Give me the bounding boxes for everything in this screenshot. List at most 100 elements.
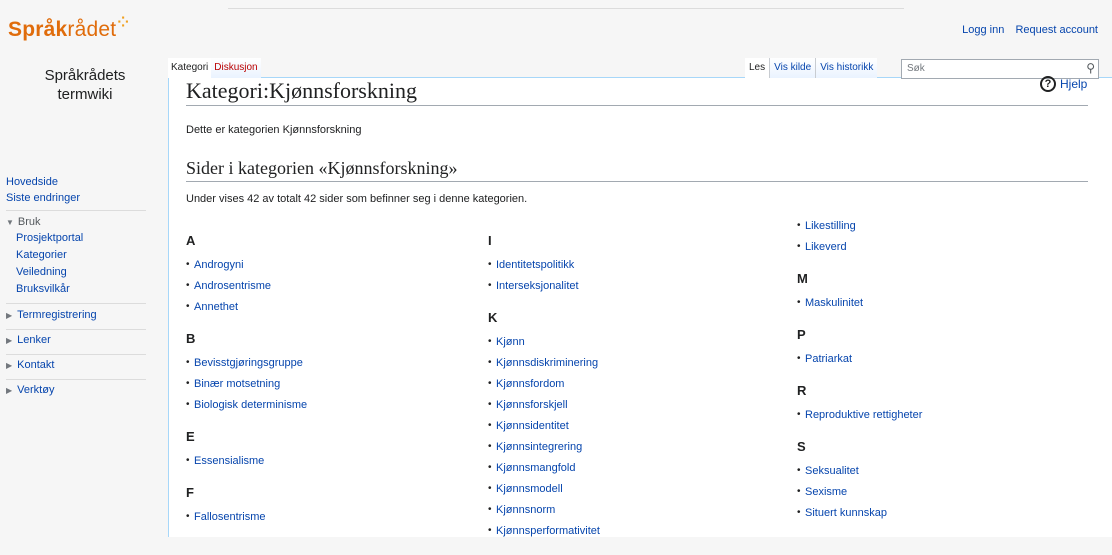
category-list: SeksualitetSexismeSituert kunnskap — [797, 463, 1087, 526]
category-page-link[interactable]: Biologisk determinisme — [186, 397, 476, 418]
category-description: Dette er kategorien Kjønnsforskning — [186, 124, 362, 136]
portlet-kontakt[interactable]: ▶ Kontakt — [6, 359, 54, 371]
letter-heading: A — [186, 233, 196, 248]
portlet-verktoy[interactable]: ▶ Verktøy — [6, 384, 54, 396]
tab-vis-historikk[interactable]: Vis historikk — [815, 58, 878, 78]
login-link[interactable]: Logg inn — [962, 24, 1004, 36]
letter-heading: E — [186, 429, 195, 444]
category-page-link[interactable]: Identitetspolitikk — [488, 257, 778, 278]
portlet-bruk: ▼ Bruk Prosjektportal Kategorier Veiledni… — [6, 214, 83, 298]
category-page-link[interactable]: Likestilling — [797, 218, 1087, 239]
letter-heading: P — [797, 327, 806, 342]
category-page-link[interactable]: Likeverd — [797, 239, 1087, 260]
category-list: AndrogyniAndrosentrismeAnnethet — [186, 257, 476, 320]
tab-diskusjon[interactable]: Diskusjon — [211, 58, 261, 78]
sidebar-divider — [6, 210, 146, 211]
site-name[interactable]: Språkrådets termwiki — [30, 66, 140, 104]
portlet-label: Termregistrering — [17, 309, 97, 321]
logo-mark-icon: ⁘ — [117, 14, 130, 30]
category-page-link[interactable]: Annethet — [186, 299, 476, 320]
category-page-link[interactable]: Maskulinitet — [797, 295, 1087, 316]
sidebar-item-siste-endringer[interactable]: Siste endringer — [6, 190, 80, 206]
letter-heading: R — [797, 383, 807, 398]
category-list: IdentitetspolitikkInterseksjonalitet — [488, 257, 778, 299]
letter-heading: I — [488, 233, 492, 248]
category-column-2: I IdentitetspolitikkInterseksjonalitet K Kj… — [488, 233, 778, 555]
category-list: Essensialisme — [186, 453, 476, 474]
search-placeholder: Søk — [907, 63, 925, 74]
view-tabs: Les Vis kilde Vis historikk — [745, 58, 878, 78]
sidebar-item-veiledning[interactable]: Veiledning — [16, 264, 83, 281]
letter-heading: B — [186, 331, 196, 346]
category-page-link[interactable]: Kjønn — [488, 334, 778, 355]
site-logo[interactable]: Språkrådet⁘ — [8, 14, 129, 42]
category-page-link[interactable]: Kjønnsmangfold — [488, 460, 778, 481]
search-icon[interactable]: ⚲ — [1086, 61, 1095, 75]
triangle-right-icon: ▶ — [6, 361, 13, 370]
category-column-1: A AndrogyniAndrosentrismeAnnethet B Bevisst… — [186, 233, 476, 541]
category-page-link[interactable]: Androgyni — [186, 257, 476, 278]
category-column-3: LikestillingLikeverd M Maskulinitet P Patria… — [797, 218, 1087, 537]
category-page-link[interactable]: Kjønnsperformativitet — [488, 523, 778, 544]
category-page-link[interactable]: Androsentrisme — [186, 278, 476, 299]
category-page-link[interactable]: Kjønnsmodell — [488, 481, 778, 502]
category-page-link[interactable]: Kjønnsidentitet — [488, 418, 778, 439]
request-account-link[interactable]: Request account — [1015, 24, 1098, 36]
logo-text-strong: Språk — [8, 18, 68, 41]
category-page-link[interactable]: Bevisstgjøringsgruppe — [186, 355, 476, 376]
portlet-termregistrering[interactable]: ▶ Termregistrering — [6, 309, 97, 321]
category-list: Patriarkat — [797, 351, 1087, 372]
section-title: Sider i kategorien «Kjønnsforskning» — [186, 158, 1088, 182]
sidebar-item-kategorier[interactable]: Kategorier — [16, 247, 83, 264]
sidebar-divider — [6, 379, 146, 380]
category-page-link[interactable]: Sexisme — [797, 484, 1087, 505]
tab-vis-kilde[interactable]: Vis kilde — [769, 58, 816, 78]
category-page-link[interactable]: Situert kunnskap — [797, 505, 1087, 526]
category-list: Fallosentrisme — [186, 509, 476, 530]
main-navigation: Hovedside Siste endringer — [6, 174, 80, 206]
portlet-label: Lenker — [17, 334, 51, 346]
category-page-link[interactable]: Seksualitet — [797, 463, 1087, 484]
triangle-right-icon: ▶ — [6, 311, 13, 320]
sidebar-item-prosjektportal[interactable]: Prosjektportal — [16, 230, 83, 247]
category-list: BevisstgjøringsgruppeBinær motsetningBio… — [186, 355, 476, 418]
category-page-link[interactable]: Kjønnsforskjell — [488, 397, 778, 418]
category-list: Maskulinitet — [797, 295, 1087, 316]
portlet-lenker[interactable]: ▶ Lenker — [6, 334, 51, 346]
tab-les[interactable]: Les — [745, 58, 770, 78]
sidebar-item-hovedside[interactable]: Hovedside — [6, 174, 80, 190]
triangle-down-icon: ▼ — [6, 218, 14, 227]
category-page-link[interactable]: Patriarkat — [797, 351, 1087, 372]
category-page-link[interactable]: Kjønnsfordom — [488, 376, 778, 397]
portlet-bruk-label: Bruk — [17, 216, 41, 228]
portlet-label: Kontakt — [17, 359, 55, 371]
category-page-link[interactable]: Reproduktive rettigheter — [797, 407, 1087, 428]
logo-text-light: rådet — [67, 18, 117, 41]
triangle-right-icon: ▶ — [6, 336, 13, 345]
letter-heading: K — [488, 310, 498, 325]
letter-heading: S — [797, 439, 806, 454]
namespace-tabs: Kategori Diskusjon — [168, 58, 261, 78]
sidebar-divider — [6, 303, 146, 304]
category-page-link[interactable]: Kjønnsnorm — [488, 502, 778, 523]
category-page-link[interactable]: Binær motsetning — [186, 376, 476, 397]
letter-heading: M — [797, 271, 808, 286]
personal-tools: Logg inn Request account — [954, 24, 1098, 36]
category-page-link[interactable]: Kjønnsintegrering — [488, 439, 778, 460]
portlet-label: Verktøy — [17, 384, 55, 396]
top-strip — [0, 0, 1112, 10]
sidebar-divider — [6, 354, 146, 355]
category-list: LikestillingLikeverd — [797, 218, 1087, 260]
tab-kategori[interactable]: Kategori — [168, 58, 212, 78]
page-count-text: Under vises 42 av totalt 42 sider som be… — [186, 193, 528, 205]
category-page-link[interactable]: Essensialisme — [186, 453, 476, 474]
category-list: Reproduktive rettigheter — [797, 407, 1087, 428]
category-page-link[interactable]: Fallosentrisme — [186, 509, 476, 530]
portlet-bruk-heading[interactable]: ▼ Bruk — [6, 214, 83, 230]
category-page-link[interactable]: Interseksjonalitet — [488, 278, 778, 299]
letter-heading: F — [186, 485, 194, 500]
page-title: Kategori:Kjønnsforskning — [186, 78, 1088, 106]
sidebar-item-bruksvilkar[interactable]: Bruksvilkår — [16, 281, 83, 298]
triangle-right-icon: ▶ — [6, 386, 13, 395]
category-page-link[interactable]: Kjønnsdiskriminering — [488, 355, 778, 376]
